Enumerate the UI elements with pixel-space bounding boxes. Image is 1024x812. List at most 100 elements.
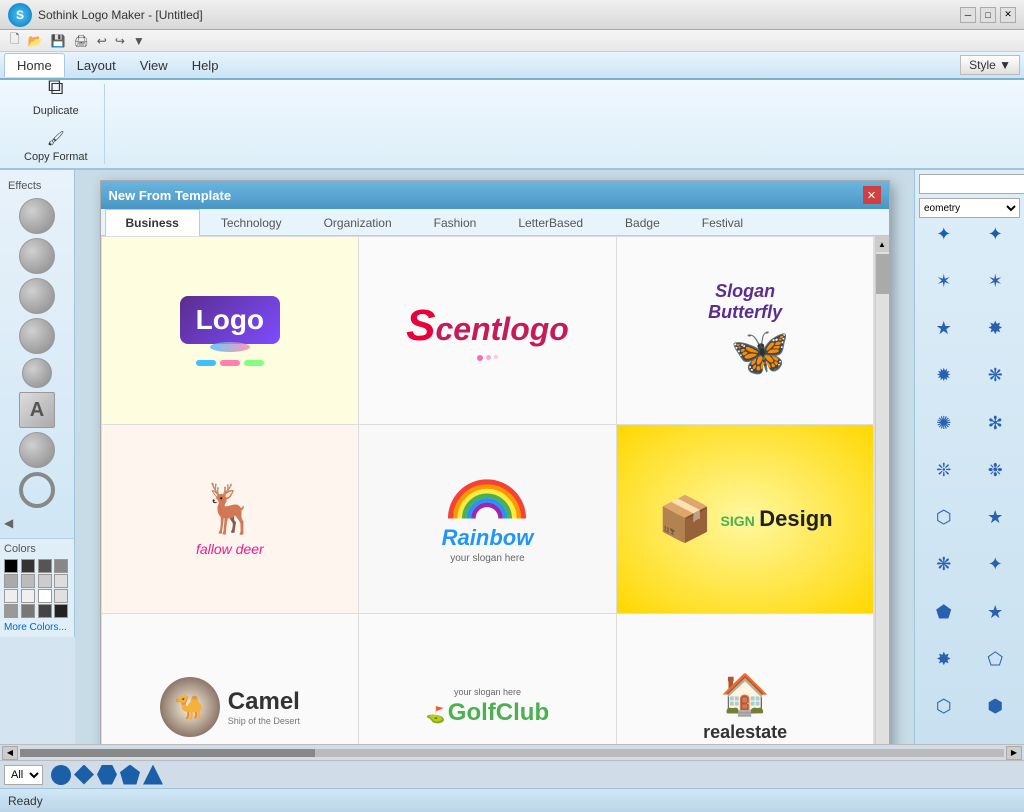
shape-item-16[interactable]: ✦ bbox=[971, 553, 1021, 577]
color-swatch-13[interactable] bbox=[4, 604, 18, 618]
template-butterfly[interactable]: Slogan Butterfly 🦋 bbox=[617, 237, 874, 424]
color-swatch-6[interactable] bbox=[21, 574, 35, 588]
open-button[interactable]: 📂 bbox=[26, 34, 45, 48]
shape-item-7[interactable]: ✹ bbox=[919, 364, 969, 388]
sidebar-collapse-arrow[interactable]: ◀ bbox=[4, 516, 70, 530]
tool-circle-6[interactable] bbox=[4, 432, 70, 468]
shape-item-15[interactable]: ❋ bbox=[919, 553, 969, 577]
shape-item-6[interactable]: ✸ bbox=[971, 317, 1021, 341]
style-dropdown[interactable]: Style ▼ bbox=[960, 55, 1020, 75]
template-logo[interactable]: Logo bbox=[102, 237, 359, 424]
menu-view[interactable]: View bbox=[128, 54, 180, 77]
copy-format-button[interactable]: 🖌 Copy Format bbox=[16, 125, 96, 167]
tool-shape-ring[interactable] bbox=[19, 472, 55, 508]
shape-item-21[interactable]: ⬡ bbox=[919, 695, 969, 719]
color-swatch-12[interactable] bbox=[54, 589, 68, 603]
shape-item-17[interactable]: ⬟ bbox=[919, 600, 969, 624]
color-swatch-15[interactable] bbox=[38, 604, 52, 618]
shape-item-9[interactable]: ✺ bbox=[919, 411, 969, 435]
dialog-close-button[interactable]: ✕ bbox=[863, 186, 881, 204]
color-swatch-16[interactable] bbox=[54, 604, 68, 618]
shape-item-1[interactable]: ✦ bbox=[919, 222, 969, 246]
minimize-button[interactable]: ─ bbox=[960, 7, 976, 23]
tool-shape-4[interactable] bbox=[19, 318, 55, 354]
shape-item-12[interactable]: ❉ bbox=[971, 458, 1021, 482]
template-scentlogo[interactable]: Scentlogo bbox=[359, 237, 616, 424]
tab-festival[interactable]: Festival bbox=[681, 209, 764, 236]
customize-button[interactable]: ▼ bbox=[131, 34, 147, 48]
close-button[interactable]: ✕ bbox=[1000, 7, 1016, 23]
tool-text[interactable]: A bbox=[4, 392, 70, 428]
undo-button[interactable]: ↩ bbox=[95, 34, 109, 48]
scroll-thumb-h[interactable] bbox=[20, 749, 315, 757]
scroll-thumb[interactable] bbox=[876, 254, 889, 294]
shape-item-8[interactable]: ❋ bbox=[971, 364, 1021, 388]
scroll-up-button[interactable]: ▲ bbox=[876, 236, 889, 252]
tab-technology[interactable]: Technology bbox=[200, 209, 303, 236]
shape-item-13[interactable]: ⬡ bbox=[919, 506, 969, 530]
shape-item-22[interactable]: ⬢ bbox=[971, 695, 1021, 719]
color-swatch-7[interactable] bbox=[38, 574, 52, 588]
tool-shape-2[interactable] bbox=[19, 238, 55, 274]
new-button[interactable]: 🗋 bbox=[8, 30, 22, 51]
template-sign-design[interactable]: 📦 SIGN Design bbox=[617, 425, 874, 612]
tool-circle-5[interactable] bbox=[4, 358, 70, 388]
tool-ring[interactable] bbox=[4, 472, 70, 508]
tool-shape-1[interactable] bbox=[19, 198, 55, 234]
color-swatch-14[interactable] bbox=[21, 604, 35, 618]
template-golf[interactable]: your slogan here ⛳ GolfClub bbox=[359, 614, 616, 744]
shape-item-5[interactable]: ★ bbox=[919, 317, 969, 341]
shape-item-3[interactable]: ✶ bbox=[919, 269, 969, 293]
print-button[interactable]: 🖨 bbox=[72, 34, 91, 48]
template-rainbow[interactable]: Rainbow your slogan here bbox=[359, 425, 616, 612]
color-swatch-11[interactable] bbox=[38, 589, 52, 603]
color-swatch-3[interactable] bbox=[38, 559, 52, 573]
template-deer[interactable]: 🦌 fallow deer bbox=[102, 425, 359, 612]
scroll-track bbox=[876, 252, 889, 744]
more-colors-link[interactable]: More Colors... bbox=[4, 622, 70, 633]
shape-item-11[interactable]: ❊ bbox=[919, 458, 969, 482]
sign-text-design: Design bbox=[759, 506, 832, 531]
tool-circle-3[interactable] bbox=[4, 278, 70, 314]
golf-club-text: GolfClub bbox=[448, 699, 549, 727]
deer-preview: 🦌 fallow deer bbox=[196, 480, 264, 557]
color-swatch-5[interactable] bbox=[4, 574, 18, 588]
tool-shape-6[interactable] bbox=[19, 432, 55, 468]
color-swatch-1[interactable] bbox=[4, 559, 18, 573]
redo-button[interactable]: ↪ bbox=[113, 34, 127, 48]
menu-help[interactable]: Help bbox=[180, 54, 231, 77]
tab-business[interactable]: Business bbox=[105, 209, 200, 236]
shape-item-20[interactable]: ⬠ bbox=[971, 647, 1021, 671]
shape-item-14[interactable]: ★ bbox=[971, 506, 1021, 530]
tab-fashion[interactable]: Fashion bbox=[413, 209, 498, 236]
color-swatch-4[interactable] bbox=[54, 559, 68, 573]
shape-item-4[interactable]: ✶ bbox=[971, 269, 1021, 293]
tool-circle-4[interactable] bbox=[4, 318, 70, 354]
bottom-bar: All bbox=[0, 760, 1024, 788]
template-camel[interactable]: 🐪 Camel Ship of the Desert bbox=[102, 614, 359, 744]
template-realestate[interactable]: 🏠 realestate bbox=[617, 614, 874, 744]
tab-letterbased[interactable]: LetterBased bbox=[497, 209, 604, 236]
shape-item-18[interactable]: ★ bbox=[971, 600, 1021, 624]
text-tool[interactable]: A bbox=[19, 392, 55, 428]
color-swatch-9[interactable] bbox=[4, 589, 18, 603]
scroll-left-button[interactable]: ◀ bbox=[2, 746, 18, 760]
color-swatch-10[interactable] bbox=[21, 589, 35, 603]
tab-badge[interactable]: Badge bbox=[604, 209, 681, 236]
color-swatch-8[interactable] bbox=[54, 574, 68, 588]
tab-organization[interactable]: Organization bbox=[303, 209, 413, 236]
duplicate-button[interactable]: ⧉ Duplicate bbox=[25, 67, 87, 121]
shape-item-10[interactable]: ✻ bbox=[971, 411, 1021, 435]
shape-category-dropdown[interactable]: eometry bbox=[919, 198, 1020, 218]
tool-circle-2[interactable] bbox=[4, 238, 70, 274]
save-button[interactable]: 💾 bbox=[49, 34, 68, 48]
tool-shape-5[interactable] bbox=[22, 358, 52, 388]
restore-button[interactable]: □ bbox=[980, 7, 996, 23]
shape-item-2[interactable]: ✦ bbox=[971, 222, 1021, 246]
scroll-right-button[interactable]: ▶ bbox=[1006, 746, 1022, 760]
tool-shape-3[interactable] bbox=[19, 278, 55, 314]
color-swatch-2[interactable] bbox=[21, 559, 35, 573]
tool-circle-1[interactable] bbox=[4, 198, 70, 234]
shape-item-19[interactable]: ✸ bbox=[919, 647, 969, 671]
shape-search-input[interactable] bbox=[919, 174, 1024, 194]
